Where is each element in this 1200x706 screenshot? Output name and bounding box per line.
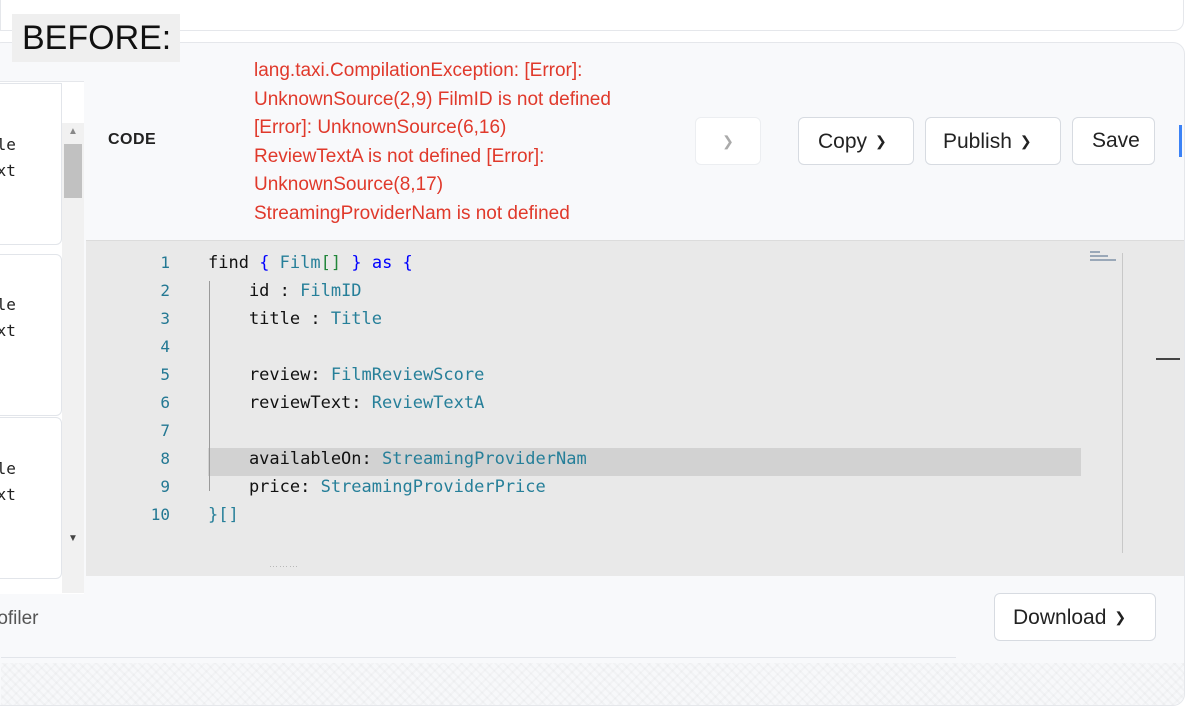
publish-button-label: Publish — [943, 130, 1012, 153]
error-line: UnknownSource(8,17) — [254, 174, 444, 195]
code-token: Film — [279, 253, 321, 273]
resize-handle[interactable]: ⋯⋯⋯ — [269, 561, 299, 572]
error-line: ReviewTextA is not defined [Error]: — [254, 145, 545, 167]
code-line[interactable]: }[] — [208, 505, 239, 525]
list-item-line1: tle — [0, 295, 16, 314]
code-token: StreamingProviderPrice — [320, 477, 546, 497]
error-line: lang.taxi.CompilationException: [Error]: — [254, 60, 583, 81]
error-line: StreamingProviderNam is not defined — [254, 202, 570, 224]
code-line[interactable]: review: FilmReviewScore — [208, 365, 484, 385]
list-item-line2: ext — [0, 485, 16, 504]
publish-button[interactable]: Publish ❯ — [925, 117, 1061, 165]
run-button-edge[interactable] — [1179, 125, 1182, 157]
list-item[interactable]: tle ext — [0, 417, 62, 579]
copy-button[interactable]: Copy ❯ — [798, 117, 914, 165]
line-number: 4 — [160, 337, 170, 356]
line-number: 8 — [160, 449, 170, 468]
code-token: id : — [208, 281, 301, 301]
code-line[interactable]: availableOn: StreamingProviderNam — [208, 449, 587, 469]
chevron-down-icon: ❯ — [1019, 133, 1032, 149]
code-label: CODE — [108, 131, 157, 148]
line-number: 9 — [160, 477, 170, 496]
save-button-label: Save — [1092, 129, 1140, 152]
error-line: UnknownSource(2,9) FilmID is not defined — [254, 88, 611, 110]
dropdown-select[interactable]: ❯ — [695, 117, 761, 165]
code-token: availableOn: — [208, 449, 382, 469]
download-button[interactable]: Download ❯ — [994, 593, 1156, 641]
code-line[interactable]: price: StreamingProviderPrice — [208, 477, 546, 497]
code-token: review: — [208, 365, 331, 385]
list-item[interactable]: tle ext — [0, 254, 62, 416]
download-button-label: Download — [1013, 606, 1107, 629]
code-token: FilmReviewScore — [330, 365, 485, 385]
code-line[interactable]: id : FilmID — [208, 281, 362, 301]
code-token: find — [208, 253, 260, 273]
line-number: 7 — [160, 421, 170, 440]
line-number: 3 — [160, 309, 170, 328]
list-item-line1: tle — [0, 135, 16, 154]
list-item[interactable]: tle ext — [0, 83, 62, 245]
code-token: as — [371, 253, 403, 273]
scroll-thumb[interactable] — [64, 144, 82, 198]
code-token: FilmID — [300, 281, 362, 301]
code-token: [] — [320, 253, 352, 273]
line-number: 5 — [160, 365, 170, 384]
code-token: StreamingProviderNam — [382, 449, 587, 469]
line-number: 2 — [160, 281, 170, 300]
code-editor[interactable]: 1 2 3 4 5 6 7 8 9 10 find { Film[] } as { id : Fi… — [86, 240, 1184, 576]
code-token: } — [351, 253, 372, 273]
error-line: [Error]: UnknownSource(6,16) — [254, 117, 507, 138]
editor-scrollbar[interactable] — [1122, 253, 1123, 553]
code-token: }[] — [208, 505, 239, 525]
code-token: title : — [208, 309, 331, 329]
list-scrollbar[interactable]: ▲ ▼ — [62, 123, 84, 593]
chevron-down-icon: ❯ — [722, 133, 734, 149]
line-number: 1 — [160, 253, 170, 272]
list-item-line2: ext — [0, 321, 16, 340]
scroll-up-arrow-icon[interactable]: ▲ — [68, 126, 78, 137]
query-panel: tle ext tle ext tle ext ▲ ▼ CODE lang.ta… — [0, 42, 1185, 706]
save-button[interactable]: Save — [1072, 117, 1155, 165]
code-line[interactable]: title : Title — [208, 309, 382, 329]
code-token: price: — [208, 477, 321, 497]
line-number: 6 — [160, 393, 170, 412]
profiler-label[interactable]: rofiler — [0, 608, 39, 630]
minimap[interactable] — [1090, 251, 1124, 267]
scroll-down-arrow-icon[interactable]: ▼ — [68, 533, 78, 544]
background-pattern — [1, 663, 1184, 705]
code-token: reviewText: — [208, 393, 372, 413]
code-line[interactable]: reviewText: ReviewTextA — [208, 393, 484, 413]
code-token: { — [402, 253, 413, 273]
code-token: Title — [330, 309, 383, 329]
list-item-line2: ext — [0, 161, 16, 180]
code-line[interactable]: find { Film[] } as { — [208, 253, 413, 273]
code-token: ReviewTextA — [371, 393, 485, 413]
chevron-down-icon: ❯ — [875, 133, 887, 149]
code-token: { — [259, 253, 280, 273]
before-label: BEFORE: — [12, 14, 180, 62]
line-number: 10 — [150, 505, 170, 524]
divider — [1, 657, 956, 658]
overview-ruler-marker — [1156, 358, 1180, 360]
copy-button-label: Copy — [818, 130, 868, 153]
chevron-down-icon: ❯ — [1114, 609, 1127, 625]
list-item-line1: tle — [0, 459, 16, 478]
compilation-error: lang.taxi.CompilationException: [Error]:… — [254, 57, 664, 228]
